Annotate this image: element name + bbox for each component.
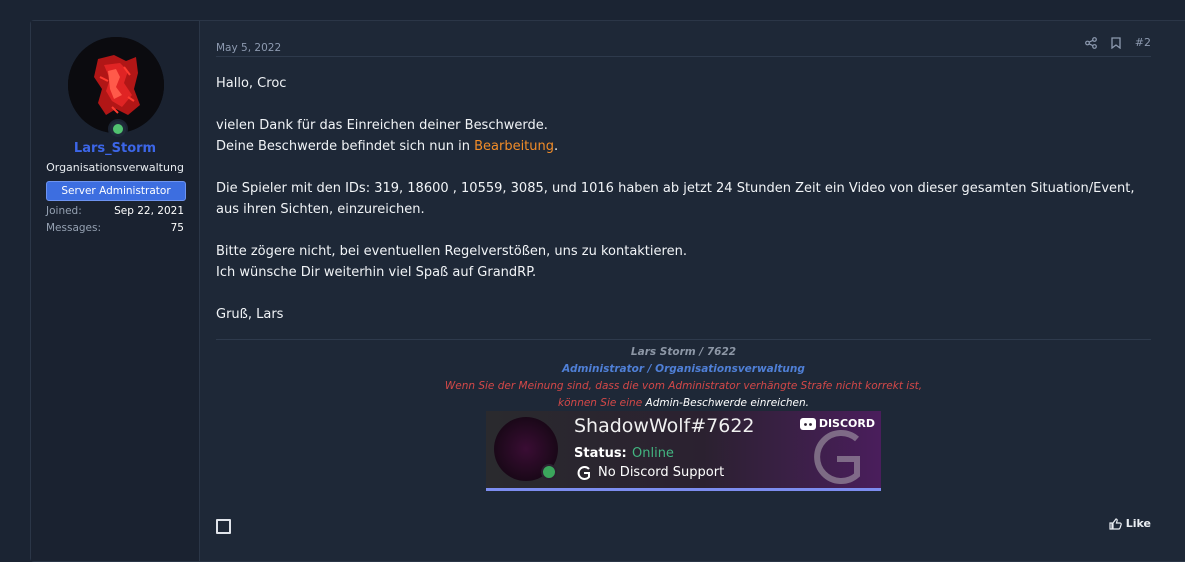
highlight-text: Bearbeitung (474, 139, 555, 154)
post-actions: #2 (1084, 36, 1151, 49)
body-paragraph: Die Spieler mit den IDs: 319, 18600 , 10… (216, 181, 1135, 217)
body-text: Deine Beschwerde befindet sich nun in (216, 139, 475, 154)
grandrp-g-icon (577, 466, 590, 480)
stat-joined: Joined: Sep 22, 2021 (46, 205, 184, 217)
signature-line: Administrator / Organisationsverwaltung (562, 363, 805, 375)
online-status-icon (108, 119, 128, 139)
discord-status-value: Online (632, 446, 674, 461)
discord-icon (799, 417, 816, 430)
signature-line: Lars Storm / 7622 (630, 346, 737, 358)
signature: Lars Storm / 7622 Administrator / Organi… (216, 344, 1151, 412)
signature-divider (216, 339, 1151, 340)
share-icon[interactable] (1084, 36, 1097, 49)
discord-accent-bar (486, 488, 881, 491)
stat-label: Messages: (46, 222, 102, 234)
bookmark-icon[interactable] (1111, 36, 1121, 49)
post-body: Hallo, Croc vielen Dank für das Einreich… (216, 73, 1151, 325)
signature-line: können Sie eine Admin-Beschwerde einreic… (216, 395, 1151, 412)
body-line: vielen Dank für das Einreichen deiner Be… (216, 118, 548, 133)
signature-text: können Sie eine (558, 397, 646, 409)
closing: Gruß, Lars (216, 307, 284, 322)
username[interactable]: Lars_Storm (31, 141, 199, 156)
stat-value: Sep 22, 2021 (114, 205, 184, 217)
discord-status-label: Status: (574, 446, 627, 461)
body-line: Ich wünsche Dir weiterhin viel Spaß auf … (216, 265, 537, 280)
greeting: Hallo, Croc (216, 76, 287, 91)
discord-tag: ShadowWolf#7622 (574, 415, 755, 437)
like-label: Like (1125, 517, 1151, 530)
signature-line: Wenn Sie der Meinung sind, dass die vom … (444, 380, 923, 392)
discord-widget[interactable]: ShadowWolf#7622 Status: Online No Discor… (486, 411, 881, 491)
body-line: Deine Beschwerde befindet sich nun in Be… (216, 136, 1151, 157)
admin-complaint-link[interactable]: Admin-Beschwerde einreichen. (646, 397, 809, 409)
stat-label: Joined: (46, 205, 82, 217)
thumbs-up-icon (1109, 517, 1122, 530)
message-post: Lars_Storm Organisationsverwaltung Serve… (30, 20, 1185, 562)
post-number[interactable]: #2 (1135, 36, 1151, 49)
body-text: . (554, 139, 559, 154)
grandrp-logo-icon (814, 430, 860, 484)
user-banner: Server Administrator (46, 181, 186, 201)
discord-online-icon (541, 464, 557, 480)
post-main: May 5, 2022 #2 Hallo, Croc vielen Dank f… (216, 21, 1151, 561)
discord-note: No Discord Support (598, 465, 725, 480)
select-post-checkbox[interactable] (216, 519, 231, 534)
user-title: Organisationsverwaltung (46, 161, 184, 174)
body-line: Bitte zögere nicht, bei eventuellen Rege… (216, 244, 687, 259)
post-meta: May 5, 2022 #2 (216, 36, 1151, 57)
post-date[interactable]: May 5, 2022 (216, 42, 281, 54)
stat-value: 75 (170, 222, 184, 234)
like-button[interactable]: Like (1109, 517, 1151, 530)
stat-messages: Messages: 75 (46, 222, 184, 234)
user-info-column: Lars_Storm Organisationsverwaltung Serve… (31, 21, 200, 561)
